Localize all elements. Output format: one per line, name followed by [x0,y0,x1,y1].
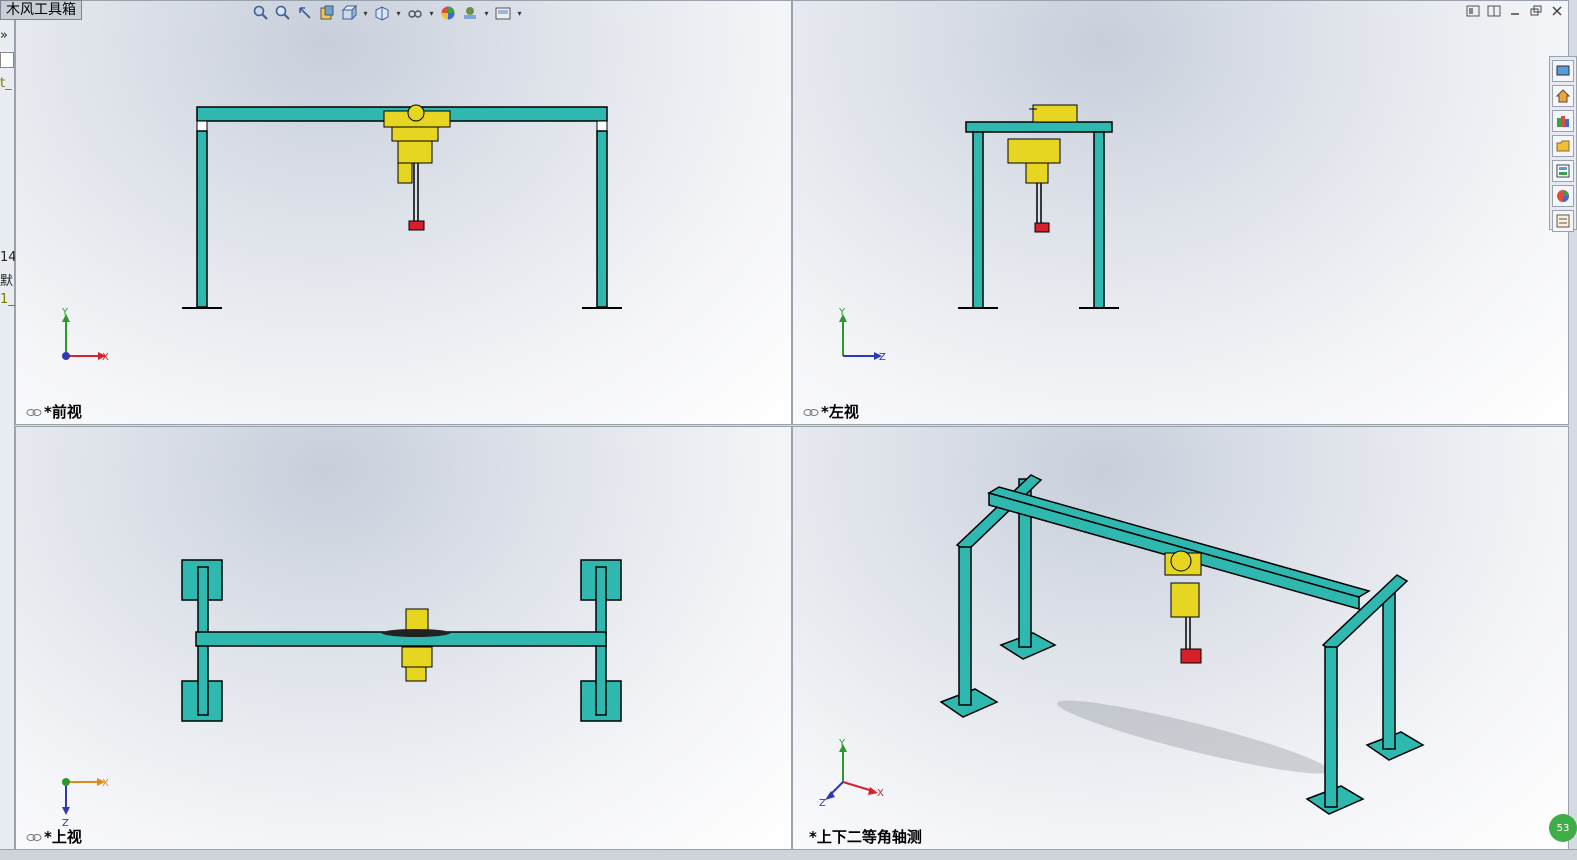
svg-text:X: X [877,788,884,799]
minimize-icon[interactable] [1507,4,1523,18]
apply-scene-dropdown-icon[interactable]: ▾ [483,4,490,22]
front-view-model: Y X [61,104,622,363]
home-icon[interactable] [1552,85,1574,107]
edit-appearance-icon[interactable] [439,4,457,22]
design-library-icon[interactable] [1552,110,1574,132]
strip-input[interactable] [0,52,14,68]
status-bar [0,849,1577,860]
view-palette-icon[interactable] [1552,160,1574,182]
restore-icon[interactable] [1528,4,1544,18]
hoist [1164,550,1202,664]
link-views-icon [26,409,42,416]
hide-show-dropdown-icon[interactable]: ▾ [428,4,435,22]
viewport-name: *前视 [44,403,82,421]
feature-manager-strip[interactable]: » t_ 14 默 1_ [0,0,17,860]
isometric-view-model: Y X Z [819,474,1425,815]
close-icon[interactable] [1549,4,1565,18]
appearances-scenes-icon[interactable] [1552,185,1574,207]
axis-triad: Y Z [838,307,886,363]
top-view-model: Z X [62,559,622,829]
file-explorer-icon[interactable] [1552,135,1574,157]
hide-show-items-icon[interactable] [406,4,424,22]
link-views-icon [803,409,819,416]
view-settings-dropdown-icon[interactable]: ▾ [516,4,523,22]
svg-text:X: X [102,352,109,363]
task-pane [1549,56,1577,232]
tree-fragment: 1_ [0,292,15,307]
axis-triad: Z X [62,778,109,829]
custom-properties-icon[interactable] [1552,210,1574,232]
display-style-icon[interactable] [373,4,391,22]
svg-text:Y: Y [61,307,69,318]
viewport-left[interactable]: Y Z *左视 [792,0,1569,425]
svg-text:Z: Z [819,798,826,809]
viewport-top[interactable]: Z X *上视 [15,426,792,850]
axis-triad: Y X [61,307,109,363]
viewport-label-isometric: *上下二等角轴测 [809,828,922,846]
hoist [383,104,451,231]
viewport-name: *左视 [821,403,859,421]
tree-fragment: 默 [0,274,14,289]
viewport-isometric[interactable]: Y X Z *上下二等角轴测 [792,426,1569,850]
viewport-label-top: *上视 [26,826,82,847]
svg-text:Y: Y [838,738,846,749]
tree-fragment: t_ [0,76,12,91]
link-views-icon [26,834,42,841]
svg-text:Z: Z [879,352,886,363]
viewport-label-left: *左视 [803,401,859,422]
view-settings-icon[interactable] [494,4,512,22]
toolbox-title[interactable]: 木风工具箱 [0,0,82,20]
window-controls [1465,4,1565,18]
solidworks-resources-icon[interactable] [1552,60,1574,82]
left-view-model: Y Z [838,104,1119,363]
zoom-area-icon[interactable] [274,4,292,22]
viewport-front[interactable]: Y X *前视 [15,0,792,425]
single-view-icon[interactable] [1465,4,1481,18]
two-view-icon[interactable] [1486,4,1502,18]
view-orientation-dropdown-icon[interactable]: ▾ [362,4,369,22]
viewport-name: *上视 [44,828,82,846]
apply-scene-icon[interactable] [461,4,479,22]
svg-text:X: X [102,778,109,789]
zoom-to-fit-icon[interactable] [252,4,270,22]
previous-view-icon[interactable] [296,4,314,22]
display-style-dropdown-icon[interactable]: ▾ [395,4,402,22]
axis-triad: Y X Z [819,738,884,809]
view-orientation-icon[interactable] [340,4,358,22]
expand-chevron-icon[interactable]: » [0,28,8,43]
heads-up-view-toolbar: ▾ ▾ ▾ ▾ ▾ [252,2,523,24]
viewport-label-front: *前视 [26,401,82,422]
section-view-icon[interactable] [318,4,336,22]
svg-text:Y: Y [838,307,846,318]
status-badge[interactable]: 53 [1549,814,1577,842]
